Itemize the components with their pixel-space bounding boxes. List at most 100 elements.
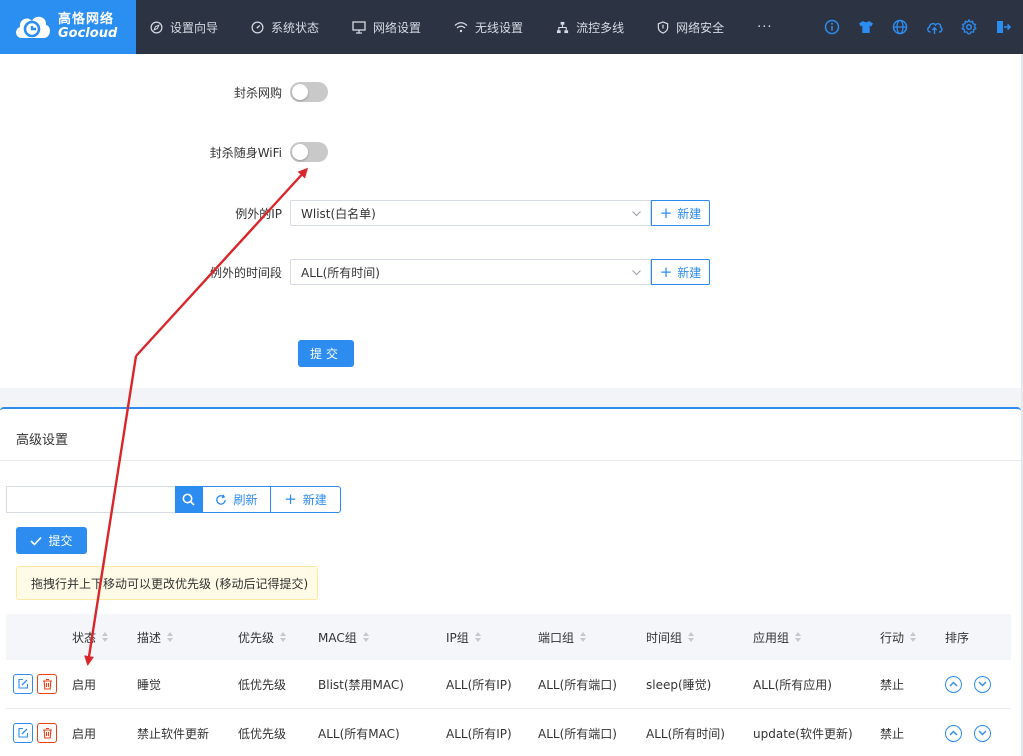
filter-settings-panel: 封杀网购 封杀随身WiFi 例外的IP Wlist(白名单) + 新建 例外的时…: [0, 54, 1021, 388]
gear-icon[interactable]: [961, 19, 977, 35]
cell-port-group: ALL(所有端口): [538, 677, 617, 692]
new-exception-time-button[interactable]: + 新建: [651, 259, 710, 285]
move-down-button[interactable]: [974, 724, 991, 742]
submit-button[interactable]: 提交: [298, 340, 354, 367]
cell-status: 启用: [72, 726, 97, 741]
search-button[interactable]: [175, 486, 202, 513]
sort-icon: [362, 632, 369, 642]
cell-action: 禁止: [880, 726, 905, 741]
row-order-controls: [945, 660, 991, 708]
chevron-down-icon: [978, 730, 987, 736]
edit-button[interactable]: [13, 723, 33, 743]
cell-app-group: update(软件更新): [753, 726, 853, 741]
new-button-label: 新建: [677, 206, 702, 221]
monitor-icon: [352, 20, 366, 34]
table-header: 状态 描述 优先级 MAC组 IP组 端口组 时间组 应用组 行动 排序: [6, 614, 1011, 660]
submit-order-button[interactable]: 提交: [16, 527, 87, 554]
cell-app-group: ALL(所有应用): [753, 677, 832, 692]
column-status[interactable]: 状态: [72, 614, 109, 660]
column-mac-group[interactable]: MAC组: [318, 614, 369, 660]
submit-label: 提交: [48, 534, 73, 548]
refresh-button[interactable]: 刷新: [202, 486, 271, 513]
search-icon: [182, 493, 195, 506]
info-icon[interactable]: [824, 19, 840, 35]
plus-icon: +: [659, 203, 673, 222]
delete-button[interactable]: [37, 674, 57, 694]
nav-more-button[interactable]: ···: [757, 20, 772, 35]
column-description[interactable]: 描述: [137, 614, 174, 660]
refresh-label: 刷新: [233, 493, 258, 507]
column-port-group[interactable]: 端口组: [538, 614, 587, 660]
check-icon: [30, 536, 43, 546]
top-navigation-bar: 高恪网络 Gocloud 设置向导 系统状态 网络设置 无线设置 流控多线 网络…: [0, 0, 1023, 54]
sort-icon: [474, 632, 481, 642]
tshirt-icon[interactable]: [858, 19, 874, 35]
nav-label: 系统状态: [271, 20, 320, 35]
column-action[interactable]: 行动: [880, 614, 917, 660]
block-portable-wifi-switch[interactable]: [290, 142, 328, 162]
trash-icon: [42, 727, 52, 739]
exception-time-select[interactable]: ALL(所有时间): [290, 259, 651, 285]
brand-logo[interactable]: 高恪网络 Gocloud: [0, 0, 136, 54]
sort-icon: [910, 632, 917, 642]
sort-icon: [167, 632, 174, 642]
trash-icon: [42, 678, 52, 690]
logout-icon[interactable]: [995, 19, 1011, 35]
cloud-upload-icon[interactable]: [926, 20, 943, 35]
toolbar-icons: [806, 0, 1011, 54]
block-shopping-label: 封杀网购: [233, 85, 282, 100]
nav-setup-wizard[interactable]: 设置向导: [150, 19, 218, 36]
delete-button[interactable]: [37, 723, 57, 743]
new-label: 新建: [302, 493, 327, 507]
globe-icon[interactable]: [892, 19, 908, 35]
network-icon: [556, 21, 569, 33]
cell-time-group: ALL(所有时间): [646, 726, 725, 741]
nav-wireless-settings[interactable]: 无线设置: [454, 19, 523, 36]
exception-ip-select[interactable]: Wlist(白名单): [290, 200, 651, 226]
cell-priority: 低优先级: [238, 726, 287, 741]
column-app-group[interactable]: 应用组: [753, 614, 802, 660]
sort-icon: [580, 632, 587, 642]
move-up-button[interactable]: [945, 724, 962, 742]
block-shopping-switch[interactable]: [290, 82, 328, 102]
edit-icon: [18, 727, 29, 738]
nav-label: 流控多线: [576, 20, 625, 35]
cell-mac-group: ALL(所有MAC): [318, 726, 400, 741]
move-up-button[interactable]: [945, 675, 962, 693]
block-shopping-row: 封杀网购: [0, 82, 328, 102]
table-row[interactable]: 启用 睡觉 低优先级 Blist(禁用MAC) ALL(所有IP) ALL(所有…: [6, 660, 1011, 709]
nav-system-status[interactable]: 系统状态: [251, 19, 319, 36]
chevron-up-icon: [949, 681, 958, 687]
column-time-group[interactable]: 时间组: [646, 614, 695, 660]
cell-mac-group: Blist(禁用MAC): [318, 677, 404, 692]
plus-icon: +: [659, 262, 673, 281]
cell-ip-group: ALL(所有IP): [446, 677, 512, 692]
nav-network-security[interactable]: 网络安全: [657, 19, 724, 36]
new-exception-ip-button[interactable]: + 新建: [651, 200, 710, 226]
search-input[interactable]: [6, 486, 175, 513]
add-rule-button[interactable]: + 新建: [270, 486, 341, 513]
exception-ip-label: 例外的IP: [235, 206, 282, 221]
brand-name-en: Gocloud: [58, 26, 118, 41]
move-down-button[interactable]: [974, 675, 991, 693]
row-actions: [13, 709, 57, 756]
nav-flow-control[interactable]: 流控多线: [556, 19, 624, 36]
nav-network-settings[interactable]: 网络设置: [352, 19, 421, 36]
divider: [0, 460, 1021, 461]
edit-button[interactable]: [13, 674, 33, 694]
column-ip-group[interactable]: IP组: [446, 614, 481, 660]
cell-time-group: sleep(睡觉): [646, 677, 712, 692]
new-button-label: 新建: [677, 265, 702, 280]
cell-priority: 低优先级: [238, 677, 287, 692]
cell-port-group: ALL(所有端口): [538, 726, 617, 741]
block-portable-wifi-row: 封杀随身WiFi: [0, 142, 328, 162]
column-priority[interactable]: 优先级: [238, 614, 287, 660]
nav-label: 设置向导: [170, 20, 219, 35]
row-order-controls: [945, 709, 991, 756]
cloud-logo-icon: [12, 10, 52, 44]
exception-time-label: 例外的时间段: [209, 265, 282, 280]
nav-label: 网络设置: [373, 20, 422, 35]
table-row[interactable]: 启用 禁止软件更新 低优先级 ALL(所有MAC) ALL(所有IP) ALL(…: [6, 709, 1011, 756]
plus-icon: +: [284, 490, 297, 508]
exception-ip-value: Wlist(白名单): [301, 206, 376, 221]
